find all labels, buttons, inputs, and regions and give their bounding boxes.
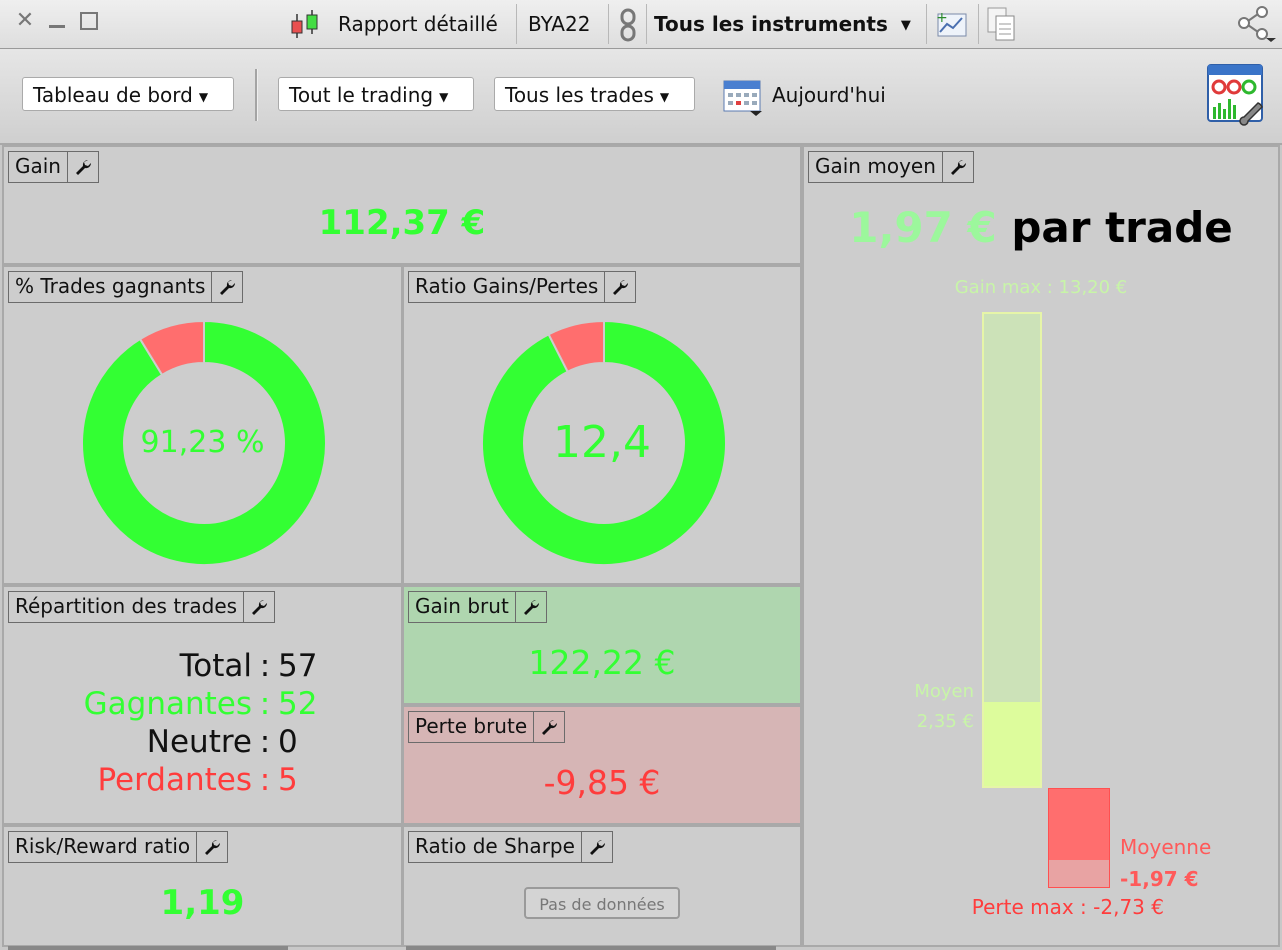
avg-gain-headline: 1,97 € par trade [804,203,1278,252]
distribution-list: Total : 57 Gagnantes : 52 Neutre : 0 Per… [4,647,401,799]
list-item: Total : 57 [179,648,318,684]
gain-mean-label: Moyen [914,681,974,702]
share-icon[interactable] [1236,6,1278,42]
wrench-icon[interactable] [243,592,274,622]
win-rate-panel-header: % Trades gagnants [8,271,244,303]
maximize-icon[interactable] [78,10,100,32]
sharpe-panel-header: Ratio de Sharpe [408,831,613,863]
wrench-icon[interactable] [533,712,564,742]
svg-text:+: + [936,10,948,26]
gross-gain-value: 122,22 € [528,643,676,682]
wrench-icon[interactable] [941,152,973,182]
gain-mean-value: 2,35 € [916,711,974,732]
avg-gain-panel: Gain moyen 1,97 € par trade Gain max : 1… [802,145,1280,947]
risk-reward-value: 1,19 [160,883,245,923]
loss-mean-value: -1,97 € [1120,867,1199,891]
dashboard-settings-icon[interactable] [1206,63,1268,127]
list-item: Neutre : 0 [146,724,298,760]
wrench-icon[interactable] [211,272,242,302]
loss-mean-label: Moyenne [1120,835,1212,859]
gross-loss-value: -9,85 € [543,763,661,802]
next-panel-edge [8,946,288,950]
gain-panel: Gain 112,37 € [2,145,802,265]
list-item: Gagnantes : 52 [83,686,318,722]
avg-gain-value: 1,97 € [849,203,997,252]
gain-max-label: Gain max : 13,20 € [954,277,1128,298]
calendar-icon[interactable] [722,77,764,117]
wrench-icon[interactable] [196,832,227,862]
wrench-icon[interactable] [514,592,546,622]
sharpe-panel: Ratio de Sharpe Pas de données [402,825,802,947]
gross-loss-panel: Perte brute -9,85 € [402,705,802,825]
chevron-down-icon: ▼ [439,89,449,104]
gain-mean-fill [984,701,1040,786]
wrench-icon[interactable] [604,272,635,302]
chevron-down-icon: ▼ [900,17,911,33]
wrench-icon[interactable] [67,152,98,182]
report-title[interactable]: Rapport détaillé [338,10,498,38]
toolbar: Tableau de bord ▼ Tout le trading ▼ Tous l… [0,49,1282,145]
toolbar-divider [255,69,258,121]
ratio-panel-header: Ratio Gains/Pertes [408,271,637,303]
instruments-dropdown[interactable]: Tous les instruments ▼ [654,10,911,40]
gain-value: 112,37 € [318,203,486,243]
loss-max-label: Perte max : -2,73 € [971,895,1164,919]
gain-max-bar [982,312,1042,788]
account-label[interactable]: BYA22 [528,10,590,38]
distribution-panel: Répartition des trades Total : 57 Gagnan… [2,585,403,825]
panel-title: Gain brut [415,594,509,618]
panel-title: Ratio Gains/Pertes [415,274,599,298]
next-panel-edge [406,946,776,950]
avg-gain-panel-header: Gain moyen [808,151,974,183]
chevron-down-icon: ▼ [198,89,209,104]
win-rate-value: 91,23 % [140,425,265,460]
gain-panel-header: Gain [8,151,99,183]
ratio-value: 12,4 [553,417,651,468]
risk-reward-panel-header: Risk/Reward ratio [8,831,229,863]
gross-gain-panel: Gain brut 122,22 € [402,585,802,705]
panel-title: Ratio de Sharpe [415,834,575,858]
risk-reward-panel: Risk/Reward ratio 1,19 [2,825,403,947]
wrench-icon[interactable] [580,832,612,862]
trades-dropdown[interactable]: Tous les trades ▼ [494,77,695,111]
candlestick-icon [291,10,318,38]
ratio-panel: Ratio Gains/Pertes 12,4 [402,265,802,585]
panel-title: Gain moyen [815,154,936,178]
panel-title: Gain [15,154,61,178]
add-chart-icon[interactable]: + [934,8,970,40]
document-icon[interactable] [986,6,1018,42]
list-item: Perdantes : 5 [97,762,298,798]
date-label[interactable]: Aujourd'hui [772,81,886,109]
gross-gain-panel-header: Gain brut [408,591,547,623]
panel-title: Perte brute [415,714,528,738]
avg-gain-suffix: par trade [1011,203,1233,252]
close-icon[interactable]: ✕ [14,10,36,32]
distribution-panel-header: Répartition des trades [8,591,276,623]
panel-title: Risk/Reward ratio [15,834,191,858]
no-data-button[interactable]: Pas de données [524,887,680,919]
loss-max-bar [1048,788,1110,888]
chevron-down-icon: ▼ [659,89,670,104]
gain-mean-labels: Moyen 2,35 € [864,677,974,737]
loss-mean-labels: Moyenne -1,97 € [1120,831,1211,895]
loss-remainder-fill [1049,859,1109,887]
panel-title: Répartition des trades [15,594,238,618]
panel-title: % Trades gagnants [15,274,206,298]
dashboard-dropdown[interactable]: Tableau de bord ▼ [22,77,234,111]
trading-dropdown[interactable]: Tout le trading ▼ [278,77,474,111]
title-bar: ✕ Rapport détaillé BYA22 Tous les instru… [0,0,1282,49]
minimize-icon[interactable] [46,10,68,32]
link-icon[interactable] [618,8,638,42]
win-rate-panel: % Trades gagnants 91,23 % [2,265,403,585]
gross-loss-panel-header: Perte brute [408,711,566,743]
